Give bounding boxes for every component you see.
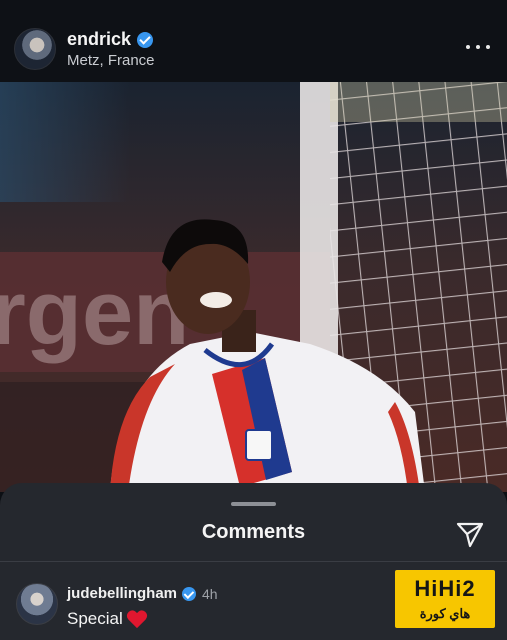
site-watermark: HiHi2 هاي كورة: [395, 570, 495, 628]
comment-timestamp: 4h: [202, 585, 218, 602]
more-options-icon[interactable]: [466, 38, 490, 56]
post-username[interactable]: endrick: [67, 29, 131, 50]
watermark-logo-text: HiHi2: [414, 576, 476, 601]
comment-header: judebellingham 4h: [67, 585, 218, 602]
red-heart-icon: [126, 610, 147, 629]
verified-badge-icon: [182, 586, 197, 601]
sheet-divider: [0, 561, 507, 562]
banner-text: rgen: [0, 262, 189, 364]
sheet-drag-handle[interactable]: [231, 502, 276, 506]
comment-username[interactable]: judebellingham: [67, 585, 177, 602]
comment-body: Special: [67, 609, 123, 628]
watermark-subtext: هاي كورة: [419, 606, 471, 621]
post-photo-illustration: rgen: [0, 82, 507, 492]
profile-avatar[interactable]: [14, 28, 56, 70]
username-row[interactable]: endrick: [67, 29, 154, 50]
comment-text: Special: [67, 609, 148, 629]
post-location[interactable]: Metz, France: [67, 52, 155, 69]
comment-avatar[interactable]: [16, 583, 58, 625]
comments-title: Comments: [201, 521, 306, 543]
post-photo[interactable]: rgen: [0, 82, 507, 492]
share-send-icon[interactable]: [455, 519, 485, 549]
post-header: endrick Metz, France: [0, 0, 507, 82]
verified-badge-icon: [137, 31, 154, 48]
